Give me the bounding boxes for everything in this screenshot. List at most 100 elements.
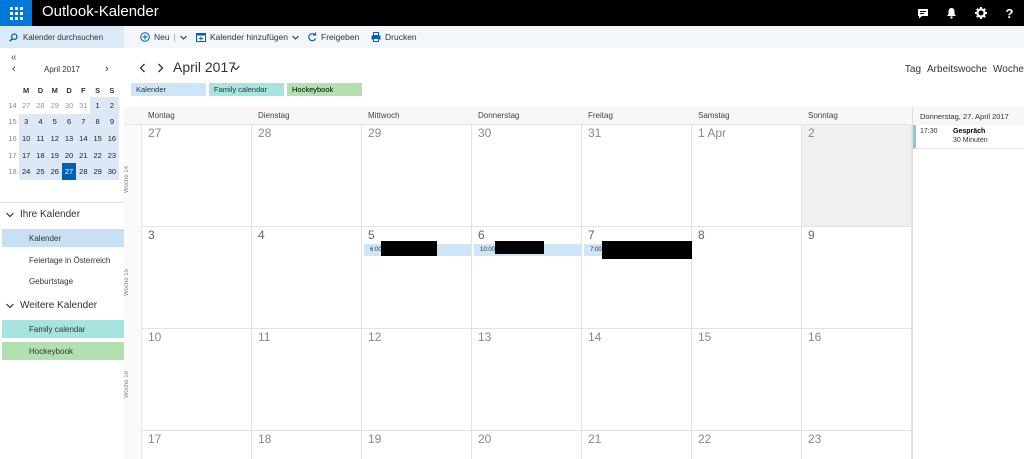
mini-day[interactable]: 30 <box>62 97 76 114</box>
chevron-down-icon[interactable] <box>179 35 187 40</box>
chevron-down-icon[interactable] <box>232 65 240 71</box>
view-arbeitswoche[interactable]: Arbeitswoche <box>927 64 987 75</box>
collapse-icon[interactable]: « <box>11 52 17 63</box>
day-cell[interactable]: 17 <box>142 431 252 459</box>
day-number: 15 <box>698 330 712 344</box>
day-cell[interactable]: 16 <box>802 329 912 431</box>
day-cell[interactable]: 22 <box>692 431 802 459</box>
print-button[interactable]: Drucken <box>371 26 417 48</box>
sidebar-item-kalender[interactable]: Kalender <box>2 229 124 247</box>
mini-day[interactable]: 28 <box>76 163 91 180</box>
mini-day[interactable]: 21 <box>76 146 91 164</box>
day-number: 27 <box>148 126 162 140</box>
day-number: 5 <box>368 228 375 242</box>
sidebar-item-family-calendar[interactable]: Family calendar <box>2 320 124 338</box>
mini-day[interactable]: 8 <box>90 113 105 131</box>
event-time: 7:00 <box>590 247 602 253</box>
bell-icon[interactable] <box>937 0 966 26</box>
chevron-right-icon[interactable] <box>157 63 164 73</box>
mini-day[interactable]: 13 <box>61 130 77 147</box>
mini-day[interactable]: 9 <box>104 113 120 131</box>
mini-day[interactable]: 25 <box>33 163 48 180</box>
day-cell[interactable]: 9 <box>802 227 912 329</box>
sidebar-item-geburtstage[interactable]: Geburtstage <box>2 272 124 290</box>
mini-day[interactable]: 4 <box>33 113 48 131</box>
day-cell[interactable]: 10 <box>142 329 252 431</box>
day-cell[interactable]: 18 <box>252 431 362 459</box>
mini-day[interactable]: 29 <box>48 97 62 114</box>
day-cell[interactable]: 3 <box>142 227 252 329</box>
mini-next-icon[interactable]: › <box>105 63 109 75</box>
sidebar-item-hockeybook[interactable]: Hockeybook <box>2 342 124 360</box>
mini-day[interactable]: 6 <box>61 113 77 131</box>
month-title[interactable]: April 2017 <box>173 59 236 75</box>
mini-day[interactable]: 26 <box>47 163 62 180</box>
mini-day[interactable]: 31 <box>76 97 90 114</box>
chip-hockeybook[interactable]: Hockeybook <box>287 83 362 96</box>
help-icon[interactable]: ? <box>995 0 1024 26</box>
day-cell[interactable]: 1 Apr <box>692 125 802 227</box>
my-calendars-header[interactable]: Ihre Kalender <box>6 209 80 220</box>
day-cell[interactable]: 12 <box>362 329 472 431</box>
day-cell[interactable]: 4 <box>252 227 362 329</box>
mini-day[interactable]: 18 <box>33 146 48 164</box>
chip-kalender[interactable]: Kalender <box>131 83 206 96</box>
day-cell[interactable]: 8 <box>692 227 802 329</box>
waffle-icon <box>9 6 23 20</box>
mini-day[interactable]: 22 <box>90 146 105 164</box>
mini-day[interactable]: 10 <box>19 130 34 147</box>
mini-day[interactable]: 19 <box>47 146 62 164</box>
agenda-item[interactable]: 17:30 Gespräch 30 Minuten <box>913 125 1024 149</box>
mini-day[interactable]: 30 <box>104 163 120 180</box>
search-icon <box>9 32 18 42</box>
add-calendar-button[interactable]: Kalender hinzufügen <box>196 26 299 48</box>
day-cell[interactable]: 14 <box>582 329 692 431</box>
day-cell[interactable]: 29 <box>362 125 472 227</box>
mini-day[interactable]: 20 <box>61 146 77 164</box>
chevron-down-icon <box>6 303 14 308</box>
mini-day[interactable]: 3 <box>19 113 34 131</box>
share-button[interactable]: Freigeben <box>307 26 359 48</box>
sidebar-item-feiertage[interactable]: Feiertage in Österreich <box>2 251 124 269</box>
mini-day[interactable]: 27 <box>19 97 33 114</box>
day-cell[interactable]: 31 <box>582 125 692 227</box>
mini-day[interactable]: 29 <box>90 163 105 180</box>
day-cell[interactable]: 21 <box>582 431 692 459</box>
mini-day[interactable]: 2 <box>104 97 120 114</box>
mini-day[interactable]: 5 <box>47 113 62 131</box>
view-woche[interactable]: Woche <box>993 64 1024 75</box>
view-tag[interactable]: Tag <box>905 64 921 75</box>
mini-day[interactable]: 24 <box>19 163 34 180</box>
day-cell[interactable]: 20 <box>472 431 582 459</box>
day-cell[interactable]: 19 <box>362 431 472 459</box>
day-cell-selected[interactable]: 2 <box>802 125 912 227</box>
chat-icon[interactable] <box>908 0 937 26</box>
other-calendars-header[interactable]: Weitere Kalender <box>6 300 97 311</box>
day-cell[interactable]: 30 <box>472 125 582 227</box>
day-cell[interactable]: 28 <box>252 125 362 227</box>
mini-day[interactable]: 11 <box>33 130 48 147</box>
mini-day[interactable]: 28 <box>33 97 47 114</box>
chip-family-calendar[interactable]: Family calendar <box>209 83 284 96</box>
mini-day[interactable]: 12 <box>47 130 62 147</box>
mini-day-today[interactable]: 27 <box>61 163 77 180</box>
search-box[interactable]: Kalender durchsuchen <box>0 26 124 48</box>
day-cell[interactable]: 11 <box>252 329 362 431</box>
app-launcher-button[interactable] <box>0 0 32 26</box>
mini-day[interactable]: 7 <box>76 113 91 131</box>
mini-calendar: M D M D F S S 14 27 28 29 30 31 1 2 15 3… <box>6 84 120 180</box>
mini-prev-icon[interactable]: ‹ <box>12 63 16 75</box>
mini-day[interactable]: 16 <box>104 130 120 147</box>
mini-day[interactable]: 23 <box>104 146 120 164</box>
mini-day[interactable]: 14 <box>76 130 91 147</box>
mini-day[interactable]: 1 <box>90 97 105 114</box>
day-cell[interactable]: 13 <box>472 329 582 431</box>
day-cell[interactable]: 23 <box>802 431 912 459</box>
gear-icon[interactable] <box>966 0 995 26</box>
mini-day[interactable]: 15 <box>90 130 105 147</box>
new-button[interactable]: Neu | <box>140 26 187 48</box>
chevron-left-icon[interactable] <box>139 63 146 73</box>
day-cell[interactable]: 27 <box>142 125 252 227</box>
day-cell[interactable]: 15 <box>692 329 802 431</box>
mini-day[interactable]: 17 <box>19 146 34 164</box>
